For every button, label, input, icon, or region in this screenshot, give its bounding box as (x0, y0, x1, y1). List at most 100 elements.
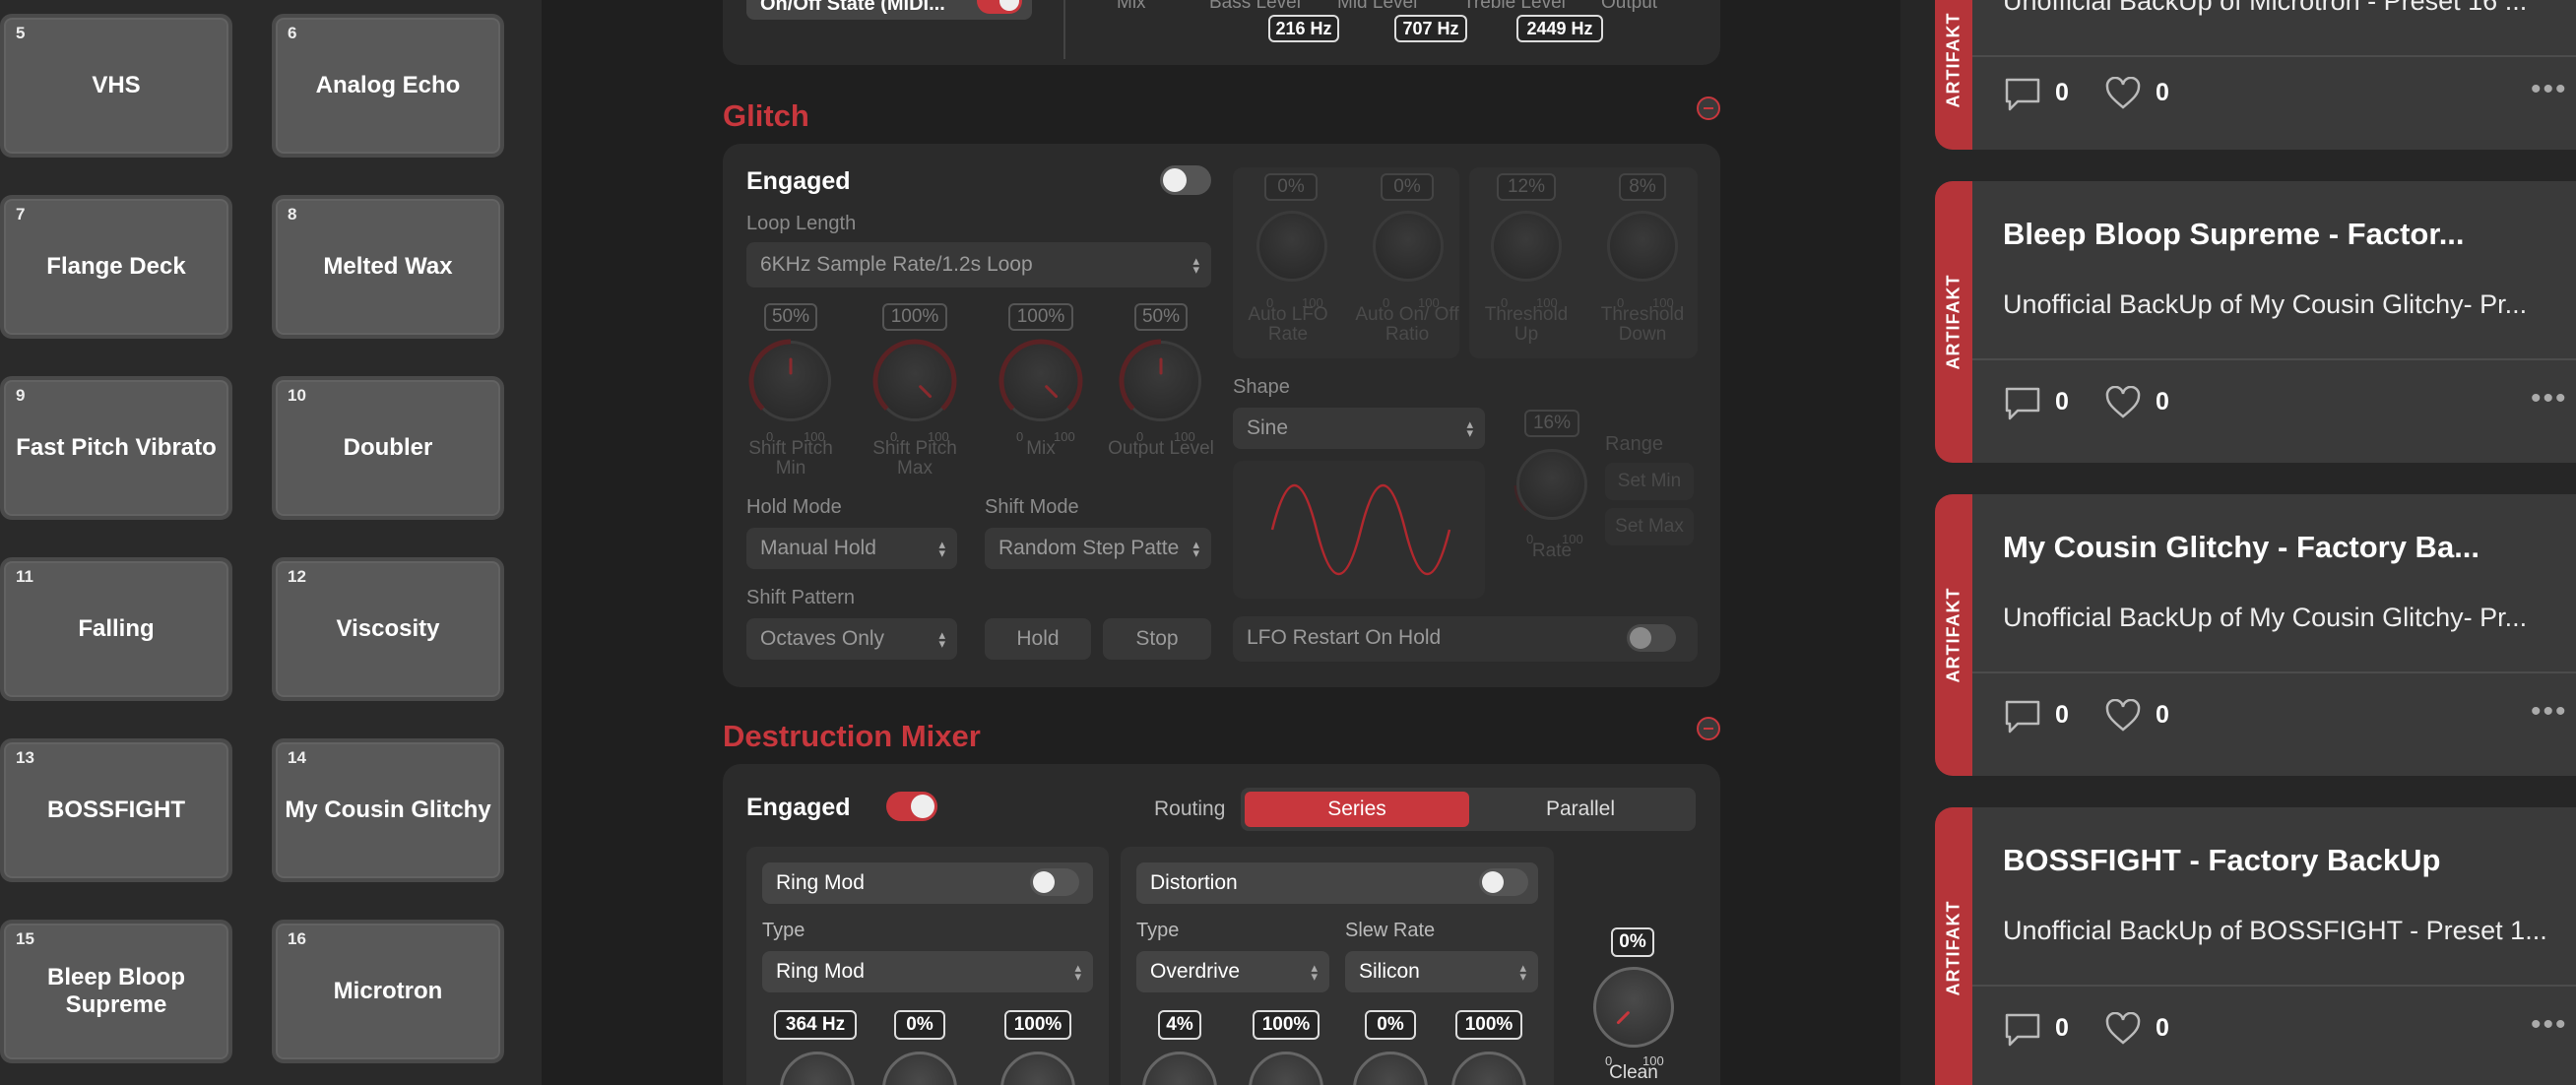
clean-value[interactable]: 0% (1611, 927, 1654, 957)
pad-11[interactable]: 11 Falling (0, 557, 232, 701)
pad-9[interactable]: 9 Fast Pitch Vibrato (0, 376, 232, 520)
pad-6[interactable]: 6 Analog Echo (272, 14, 504, 158)
slew-rate-select[interactable]: Silicon ▴ ▾ (1345, 951, 1538, 992)
mid-level-label: Mid Level (1337, 0, 1418, 13)
heart-icon[interactable] (2104, 1012, 2142, 1046)
preset-card[interactable]: ARTIFAKT My Cousin Glitchy - Factory Ba.… (1935, 494, 2576, 776)
more-icon[interactable]: ••• (2531, 73, 2568, 106)
distortion-type-select[interactable]: Overdrive ▴ ▾ (1136, 951, 1329, 992)
set-min-button[interactable]: Set Min (1605, 463, 1694, 500)
threshold-up-value[interactable]: 12% (1497, 173, 1556, 201)
artifakt-tag: ARTIFAKT (1935, 181, 1972, 463)
card-title: Bleep Bloop Supreme - Factor... (2003, 217, 2465, 251)
sine-wave-icon (1270, 483, 1451, 576)
ring-mod-depth-value[interactable]: 0% (894, 1010, 945, 1040)
more-icon[interactable]: ••• (2531, 382, 2568, 415)
distortion-mix-value[interactable]: 100% (1455, 1010, 1522, 1040)
bass-value[interactable]: 216 Hz (1268, 15, 1339, 42)
mix-knob[interactable] (1000, 341, 1081, 421)
hold-button[interactable]: Hold (985, 618, 1091, 660)
auto-onoff-ratio-label: Auto On/ Off Ratio (1355, 304, 1459, 345)
shift-pitch-max-value[interactable]: 100% (882, 303, 947, 331)
threshold-down-knob[interactable] (1607, 211, 1678, 282)
threshold-up-knob[interactable] (1491, 211, 1562, 282)
like-count: 0 (2156, 79, 2169, 106)
output-label: Output (1601, 0, 1658, 13)
collapse-destruction-icon[interactable] (1697, 717, 1720, 740)
output-level-knob[interactable] (1121, 341, 1201, 421)
preset-card[interactable]: ARTIFAKT Bleep Bloop Supreme - Factor...… (1935, 181, 2576, 463)
ring-mod-freq-value[interactable]: 364 Hz (774, 1010, 857, 1040)
collapse-glitch-icon[interactable] (1697, 96, 1720, 120)
treble-value[interactable]: 2449 Hz (1516, 15, 1603, 42)
ring-mod-mix-value[interactable]: 100% (1004, 1010, 1071, 1040)
comment-icon[interactable] (2004, 77, 2041, 112)
mix-value[interactable]: 100% (1008, 303, 1073, 331)
shift-pitch-min-value[interactable]: 50% (764, 303, 817, 331)
pad-7[interactable]: 7 Flange Deck (0, 195, 232, 339)
shift-mode-label: Shift Mode (985, 496, 1079, 518)
shape-select[interactable]: Sine ▴ ▾ (1233, 408, 1485, 449)
tag-label: ARTIFAKT (1943, 900, 1964, 996)
glitch-engaged-toggle[interactable] (1160, 165, 1211, 195)
hold-mode-select[interactable]: Manual Hold ▴ ▾ (746, 528, 957, 569)
preset-card[interactable]: ARTIFAKT BOSSFIGHT - Factory BackUp Unof… (1935, 807, 2576, 1085)
destruction-engaged-label: Engaged (746, 794, 851, 821)
pad-16[interactable]: 16 Microtron (272, 920, 504, 1063)
pad-name: Falling (78, 615, 155, 643)
pad-5[interactable]: 5 VHS (0, 14, 232, 158)
lfo-restart-toggle[interactable] (1627, 624, 1676, 652)
set-max-button[interactable]: Set Max (1605, 508, 1694, 545)
destruction-panel: Engaged Routing Series Parallel Ring Mod… (723, 764, 1720, 1085)
treble-level-label: Treble Level (1463, 0, 1566, 13)
shift-mode-select[interactable]: Random Step Patte ▴ ▾ (985, 528, 1211, 569)
shape-label: Shape (1233, 376, 1290, 398)
distortion-drive-value[interactable]: 4% (1158, 1010, 1201, 1040)
mid-value[interactable]: 707 Hz (1394, 15, 1467, 42)
clean-knob[interactable] (1593, 967, 1674, 1048)
pad-13[interactable]: 13 BOSSFIGHT (0, 738, 232, 882)
comment-icon[interactable] (2004, 386, 2041, 421)
shift-pitch-min-knob[interactable] (750, 341, 831, 421)
shift-pattern-select[interactable]: Octaves Only ▴ ▾ (746, 618, 957, 660)
onoff-toggle[interactable] (977, 0, 1022, 14)
auto-onoff-ratio-knob[interactable] (1373, 211, 1444, 282)
pad-15[interactable]: 15 Bleep Bloop Supreme (0, 920, 232, 1063)
destruction-engaged-toggle[interactable] (886, 792, 937, 821)
distortion-tone-value[interactable]: 0% (1365, 1010, 1416, 1040)
rate-value[interactable]: 16% (1524, 410, 1579, 437)
comment-icon[interactable] (2004, 1012, 2041, 1048)
more-icon[interactable]: ••• (2531, 1008, 2568, 1042)
pad-grid: 5 VHS 6 Analog Echo 7 Flange Deck 8 Melted W… (0, 0, 542, 1085)
auto-lfo-rate-knob[interactable] (1256, 211, 1327, 282)
hold-mode-label: Hold Mode (746, 496, 842, 518)
shift-pitch-max-knob[interactable] (874, 341, 955, 421)
auto-lfo-rate-value[interactable]: 0% (1264, 173, 1318, 201)
heart-icon[interactable] (2104, 386, 2142, 419)
rate-knob[interactable] (1516, 449, 1587, 520)
pad-8[interactable]: 8 Melted Wax (272, 195, 504, 339)
loop-length-select[interactable]: 6KHz Sample Rate/1.2s Loop ▴ ▾ (746, 242, 1211, 287)
routing-parallel-tab[interactable]: Parallel (1469, 792, 1692, 827)
stop-button[interactable]: Stop (1103, 618, 1211, 660)
pad-14[interactable]: 14 My Cousin Glitchy (272, 738, 504, 882)
heart-icon[interactable] (2104, 77, 2142, 110)
comment-icon[interactable] (2004, 699, 2041, 734)
routing-tabs: Series Parallel (1241, 788, 1696, 831)
preset-card[interactable]: ARTIFAKT Unofficial BackUp of Microtron … (1935, 0, 2576, 150)
more-icon[interactable]: ••• (2531, 695, 2568, 729)
card-description: Unofficial BackUp of Microtron - Preset … (2003, 0, 2528, 16)
threshold-down-value[interactable]: 8% (1619, 173, 1666, 201)
ring-mod-type-select[interactable]: Ring Mod ▴ ▾ (762, 951, 1093, 992)
output-level-value[interactable]: 50% (1134, 303, 1188, 331)
distortion-toggle[interactable] (1479, 868, 1528, 896)
pad-10[interactable]: 10 Doubler (272, 376, 504, 520)
chevron-updown-icon: ▴ ▾ (1074, 960, 1081, 984)
auto-onoff-ratio-value[interactable]: 0% (1381, 173, 1434, 201)
divider (1063, 0, 1065, 59)
routing-series-tab[interactable]: Series (1245, 792, 1469, 827)
distortion-level-value[interactable]: 100% (1253, 1010, 1320, 1040)
pad-12[interactable]: 12 Viscosity (272, 557, 504, 701)
heart-icon[interactable] (2104, 699, 2142, 733)
ring-mod-toggle[interactable] (1030, 868, 1079, 896)
